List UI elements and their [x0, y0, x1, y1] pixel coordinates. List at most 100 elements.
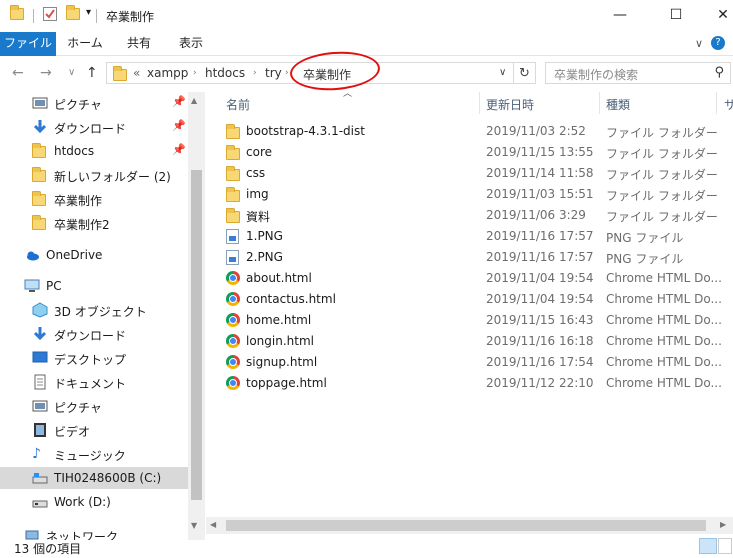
new-folder-icon[interactable]: [66, 5, 80, 23]
nav-item-label: ミュージック: [54, 449, 126, 463]
back-arrow-icon[interactable]: ←: [12, 65, 24, 81]
close-button[interactable]: ✕: [700, 0, 733, 30]
properties-icon[interactable]: [42, 6, 58, 25]
search-input[interactable]: 卒業制作の検索 ⚲: [545, 62, 731, 84]
scroll-down-icon[interactable]: ▼: [191, 521, 197, 530]
ribbon-tabs: ファイル ホーム 共有 表示 ∨ ?: [0, 32, 733, 56]
file-modified-date: 2019/11/12 22:10: [486, 376, 594, 390]
column-divider[interactable]: [599, 92, 600, 114]
details-view-button[interactable]: [699, 538, 717, 554]
column-divider[interactable]: [479, 92, 480, 114]
breadcrumb-xampp[interactable]: xampp: [147, 66, 188, 80]
nav-item-label: Work (D:): [54, 495, 111, 509]
drive-icon: [32, 494, 48, 510]
recent-locations-icon[interactable]: ∨: [68, 67, 75, 78]
file-modified-date: 2019/11/04 19:54: [486, 271, 594, 285]
title-bar: ▾ 卒業制作 — ☐ ✕: [0, 0, 733, 32]
file-modified-date: 2019/11/06 3:29: [486, 208, 586, 222]
nav-scrollbar-thumb[interactable]: [191, 170, 202, 500]
divider: [96, 9, 97, 23]
file-row[interactable]: css 2019/11/14 11:58 ファイル フォルダー: [222, 163, 722, 184]
chevron-down-icon[interactable]: ∨: [695, 37, 703, 50]
file-row[interactable]: signup.html 2019/11/16 17:54 Chrome HTML D…: [222, 352, 722, 373]
nav-item-label: 新しいフォルダー (2): [54, 170, 171, 184]
folder-icon: [32, 191, 48, 210]
file-row[interactable]: about.html 2019/11/04 19:54 Chrome HTML Do…: [222, 268, 722, 289]
pin-icon[interactable]: 📌: [172, 119, 186, 132]
nav-item-music[interactable]: ♪ ミュージック: [0, 443, 188, 465]
column-header-name[interactable]: 名前: [226, 96, 250, 113]
nav-item-onedrive[interactable]: OneDrive: [0, 244, 188, 266]
file-name: signup.html: [246, 355, 318, 369]
nav-item-new-folder-2[interactable]: 新しいフォルダー (2): [0, 164, 188, 186]
up-arrow-icon[interactable]: ↑: [86, 65, 98, 81]
folder-icon: [226, 166, 240, 184]
horizontal-scrollbar-thumb[interactable]: [226, 520, 706, 531]
breadcrumb-htdocs[interactable]: htdocs: [205, 66, 245, 80]
column-divider[interactable]: [716, 92, 717, 114]
search-icon[interactable]: ⚲: [714, 65, 724, 80]
nav-item-videos[interactable]: ビデオ: [0, 419, 188, 441]
maximize-button[interactable]: ☐: [653, 0, 699, 30]
pin-icon[interactable]: 📌: [172, 143, 186, 156]
file-row[interactable]: 1.PNG 2019/11/16 17:57 PNG ファイル: [222, 226, 722, 247]
nav-item-drive-d[interactable]: Work (D:): [0, 491, 188, 513]
address-dropdown-icon[interactable]: ∨: [499, 67, 506, 78]
nav-item-label: OneDrive: [46, 248, 103, 262]
help-icon[interactable]: ?: [711, 36, 725, 50]
breadcrumb-try[interactable]: try: [265, 66, 282, 80]
customize-quick-access-icon[interactable]: ▾: [86, 7, 91, 18]
nav-item-pc-pictures[interactable]: ピクチャ: [0, 395, 188, 417]
nav-item-desktop[interactable]: デスクトップ: [0, 347, 188, 369]
nav-item-downloads[interactable]: ダウンロード 📌: [0, 116, 188, 138]
pictures-icon: [32, 398, 48, 414]
file-row[interactable]: toppage.html 2019/11/12 22:10 Chrome HTML …: [222, 373, 722, 394]
pin-icon[interactable]: 📌: [172, 95, 186, 108]
chevron-right-icon[interactable]: ›: [285, 68, 289, 78]
file-row[interactable]: 資料 2019/11/06 3:29 ファイル フォルダー: [222, 205, 722, 226]
nav-item-pictures[interactable]: ピクチャ 📌: [0, 92, 188, 114]
chevron-right-icon[interactable]: ›: [193, 68, 197, 78]
file-row[interactable]: home.html 2019/11/15 16:43 Chrome HTML Do.…: [222, 310, 722, 331]
nav-item-3d-objects[interactable]: 3D オブジェクト: [0, 299, 188, 321]
scroll-left-icon[interactable]: ◀: [210, 520, 216, 529]
pictures-icon: [32, 95, 48, 111]
large-icons-view-button[interactable]: [718, 538, 732, 554]
download-icon: [32, 326, 48, 342]
file-modified-date: 2019/11/16 17:54: [486, 355, 594, 369]
file-name: 2.PNG: [246, 250, 283, 264]
column-header-date[interactable]: 更新日時: [486, 96, 534, 113]
file-row[interactable]: longin.html 2019/11/16 16:18 Chrome HTML D…: [222, 331, 722, 352]
documents-icon: [32, 374, 48, 390]
chevron-right-icon[interactable]: ›: [253, 68, 257, 78]
nav-item-pc-downloads[interactable]: ダウンロード: [0, 323, 188, 345]
column-header-size[interactable]: サ: [724, 96, 733, 113]
file-row[interactable]: bootstrap-4.3.1-dist 2019/11/03 2:52 ファイル …: [222, 121, 722, 142]
file-row[interactable]: contactus.html 2019/11/04 19:54 Chrome HTM…: [222, 289, 722, 310]
nav-item-pc[interactable]: PC: [0, 275, 188, 297]
refresh-button[interactable]: ↻: [514, 62, 536, 84]
column-header-type[interactable]: 種類: [606, 96, 630, 113]
nav-item-htdocs[interactable]: htdocs 📌: [0, 140, 188, 162]
file-row[interactable]: core 2019/11/15 13:55 ファイル フォルダー: [222, 142, 722, 163]
forward-arrow-icon[interactable]: →: [40, 65, 52, 81]
nav-item-drive-c[interactable]: TIH0248600B (C:): [0, 467, 188, 489]
desktop-icon: [32, 350, 48, 366]
nav-item-documents[interactable]: ドキュメント: [0, 371, 188, 393]
tab-home[interactable]: ホーム: [60, 32, 110, 56]
scroll-right-icon[interactable]: ▶: [720, 520, 726, 529]
file-row[interactable]: img 2019/11/03 15:51 ファイル フォルダー: [222, 184, 722, 205]
nav-item-sotsugyo2[interactable]: 卒業制作2: [0, 212, 188, 234]
breadcrumb-overflow[interactable]: «: [133, 66, 140, 80]
file-row[interactable]: 2.PNG 2019/11/16 17:57 PNG ファイル: [222, 247, 722, 268]
nav-item-sotsugyo[interactable]: 卒業制作: [0, 188, 188, 210]
chrome-icon: [226, 376, 240, 393]
file-type: ファイル フォルダー: [606, 210, 718, 224]
file-name: about.html: [246, 271, 312, 285]
scroll-up-icon[interactable]: ▲: [191, 96, 197, 105]
tab-view[interactable]: 表示: [168, 32, 214, 56]
tab-share[interactable]: 共有: [116, 32, 162, 56]
minimize-button[interactable]: —: [597, 0, 643, 30]
tab-file[interactable]: ファイル: [0, 32, 56, 56]
window-title: 卒業制作: [106, 10, 155, 24]
